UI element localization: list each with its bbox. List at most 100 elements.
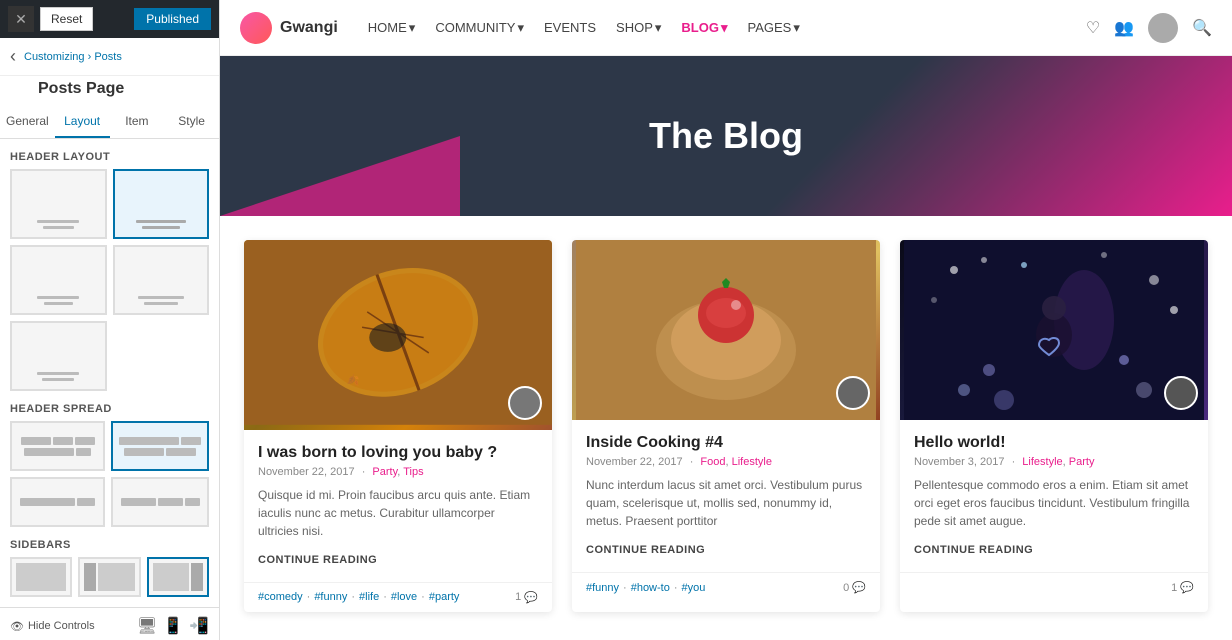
layout-option-1[interactable]: [10, 169, 107, 239]
eye-icon: 👁: [10, 620, 24, 633]
spread-mock-row: [119, 498, 201, 506]
comment-count-3: 1: [1171, 582, 1177, 594]
blog-grid: 🍂 I was born to loving you baby ? Novemb…: [220, 216, 1232, 612]
card-read-more-3[interactable]: CONTINUE READING: [914, 544, 1033, 556]
hero-title: The Blog: [649, 115, 803, 157]
card-tag-3a[interactable]: Lifestyle: [1022, 456, 1062, 468]
breadcrumb-text: Customizing › Posts: [24, 51, 122, 63]
chevron-down-icon: ▾: [721, 20, 728, 36]
search-icon[interactable]: 🔍: [1192, 18, 1212, 38]
layout-option-3[interactable]: [10, 245, 107, 315]
chevron-down-icon: ▾: [655, 20, 662, 36]
customizer-panel: ✕ Reset Published ‹ Customizing › Posts …: [0, 0, 220, 640]
svg-text:🍂: 🍂: [347, 374, 360, 387]
header-spread-title: Header Spread: [0, 391, 219, 421]
card-tag-2a[interactable]: Food: [700, 456, 725, 468]
mobile-icon[interactable]: 📲: [189, 616, 209, 636]
logo-text: Gwangi: [280, 19, 338, 37]
card-avatar-2: [836, 376, 870, 410]
tag-item[interactable]: #love: [391, 591, 417, 603]
spread-block: [158, 498, 183, 506]
blog-card-3: Hello world! November 3, 2017 · Lifestyl…: [900, 240, 1208, 612]
layout-option-2[interactable]: [113, 169, 210, 239]
tag-item[interactable]: #comedy: [258, 591, 303, 603]
card-tag-1a[interactable]: Party: [372, 466, 397, 478]
card-body-1: I was born to loving you baby ? November…: [244, 430, 552, 582]
sidebar-option-2[interactable]: [78, 557, 140, 597]
heart-icon[interactable]: ♡: [1086, 18, 1100, 38]
card-image-1: 🍂: [244, 240, 552, 430]
mock-line: [37, 220, 79, 223]
layout-options-grid: [0, 169, 219, 391]
hide-controls-button[interactable]: 👁 Hide Controls: [10, 620, 95, 633]
card-excerpt-1: Quisque id mi. Proin faucibus arcu quis …: [258, 486, 538, 540]
reset-button[interactable]: Reset: [40, 7, 93, 31]
published-button[interactable]: Published: [134, 8, 211, 30]
mock-line: [44, 302, 73, 305]
tag-item[interactable]: #funny: [314, 591, 347, 603]
back-button[interactable]: ‹: [10, 46, 16, 67]
nav-shop[interactable]: SHOP ▾: [616, 20, 661, 36]
card-tag-1b[interactable]: Tips: [403, 466, 423, 478]
card-read-more-2[interactable]: CONTINUE READING: [586, 544, 705, 556]
tablet-icon[interactable]: 📱: [163, 616, 183, 636]
spread-block: [24, 448, 74, 456]
layout-option-5[interactable]: [10, 321, 107, 391]
card-avatar-1: [508, 386, 542, 420]
spread-block: [76, 448, 91, 456]
sidebar-option-3[interactable]: [147, 557, 209, 597]
spread-option-4[interactable]: [111, 477, 209, 527]
card-footer-3: 1 💬: [900, 572, 1208, 602]
avatar[interactable]: [1148, 13, 1178, 43]
tab-layout[interactable]: Layout: [55, 106, 110, 138]
spread-mock-row: [18, 437, 97, 445]
card-image-wrapper-1: 🍂: [244, 240, 552, 430]
spread-mock-row: [18, 498, 97, 506]
sidebars-title: Sidebars: [0, 527, 219, 557]
group-icon[interactable]: 👥: [1114, 18, 1134, 38]
hide-controls-label: Hide Controls: [28, 620, 95, 632]
nav-home[interactable]: HOME ▾: [368, 20, 416, 36]
night-illustration: [900, 240, 1208, 420]
nav-community[interactable]: COMMUNITY ▾: [435, 20, 524, 36]
sidebar-side-block: [84, 563, 96, 591]
card-read-more-1[interactable]: CONTINUE READING: [258, 554, 377, 566]
breadcrumb-page[interactable]: Posts: [94, 51, 122, 63]
sidebar-main-block: [153, 563, 189, 591]
tab-general[interactable]: General: [0, 106, 55, 138]
preview-area: Gwangi HOME ▾ COMMUNITY ▾ EVENTS SHOP ▾ …: [220, 0, 1232, 640]
card-footer-tags-1: #comedy · #funny · #life · #love · #part…: [258, 591, 459, 603]
card-meta-3: November 3, 2017 · Lifestyle, Party: [914, 456, 1194, 468]
tag-item[interactable]: #party: [429, 591, 460, 603]
breadcrumb-root[interactable]: Customizing: [24, 51, 85, 63]
card-image-3: [900, 240, 1208, 420]
spread-option-3[interactable]: [10, 477, 105, 527]
tag-item[interactable]: #you: [682, 582, 706, 594]
card-comments-2: 0 💬: [843, 581, 866, 594]
card-meta-1: November 22, 2017 · Party, Tips: [258, 466, 538, 478]
tab-item[interactable]: Item: [110, 106, 165, 138]
close-button[interactable]: ✕: [8, 6, 34, 32]
sidebar-option-1[interactable]: [10, 557, 72, 597]
header-layout-title: Header Layout: [0, 139, 219, 169]
spread-block: [21, 437, 51, 445]
tag-item[interactable]: #how-to: [631, 582, 670, 594]
nav-blog[interactable]: BLOG ▾: [681, 20, 727, 36]
card-tag-3b[interactable]: Party: [1069, 456, 1095, 468]
page-title: Posts Page: [0, 76, 219, 106]
card-excerpt-3: Pellentesque commodo eros a enim. Etiam …: [914, 476, 1194, 530]
desktop-icon[interactable]: 🖥: [137, 616, 157, 636]
tag-item[interactable]: #life: [359, 591, 379, 603]
nav-events[interactable]: EVENTS: [544, 20, 596, 35]
leaf-illustration: 🍂: [244, 240, 552, 425]
card-comments-3: 1 💬: [1171, 581, 1194, 594]
tag-item[interactable]: #funny: [586, 582, 619, 594]
layout-option-4[interactable]: [113, 245, 210, 315]
card-tag-2b[interactable]: Lifestyle: [732, 456, 772, 468]
sidebar-main-block: [16, 563, 66, 591]
nav-pages[interactable]: PAGES ▾: [748, 20, 800, 36]
tab-style[interactable]: Style: [164, 106, 219, 138]
spread-option-2[interactable]: [111, 421, 209, 471]
spread-option-1[interactable]: [10, 421, 105, 471]
chevron-down-icon: ▾: [517, 20, 524, 36]
